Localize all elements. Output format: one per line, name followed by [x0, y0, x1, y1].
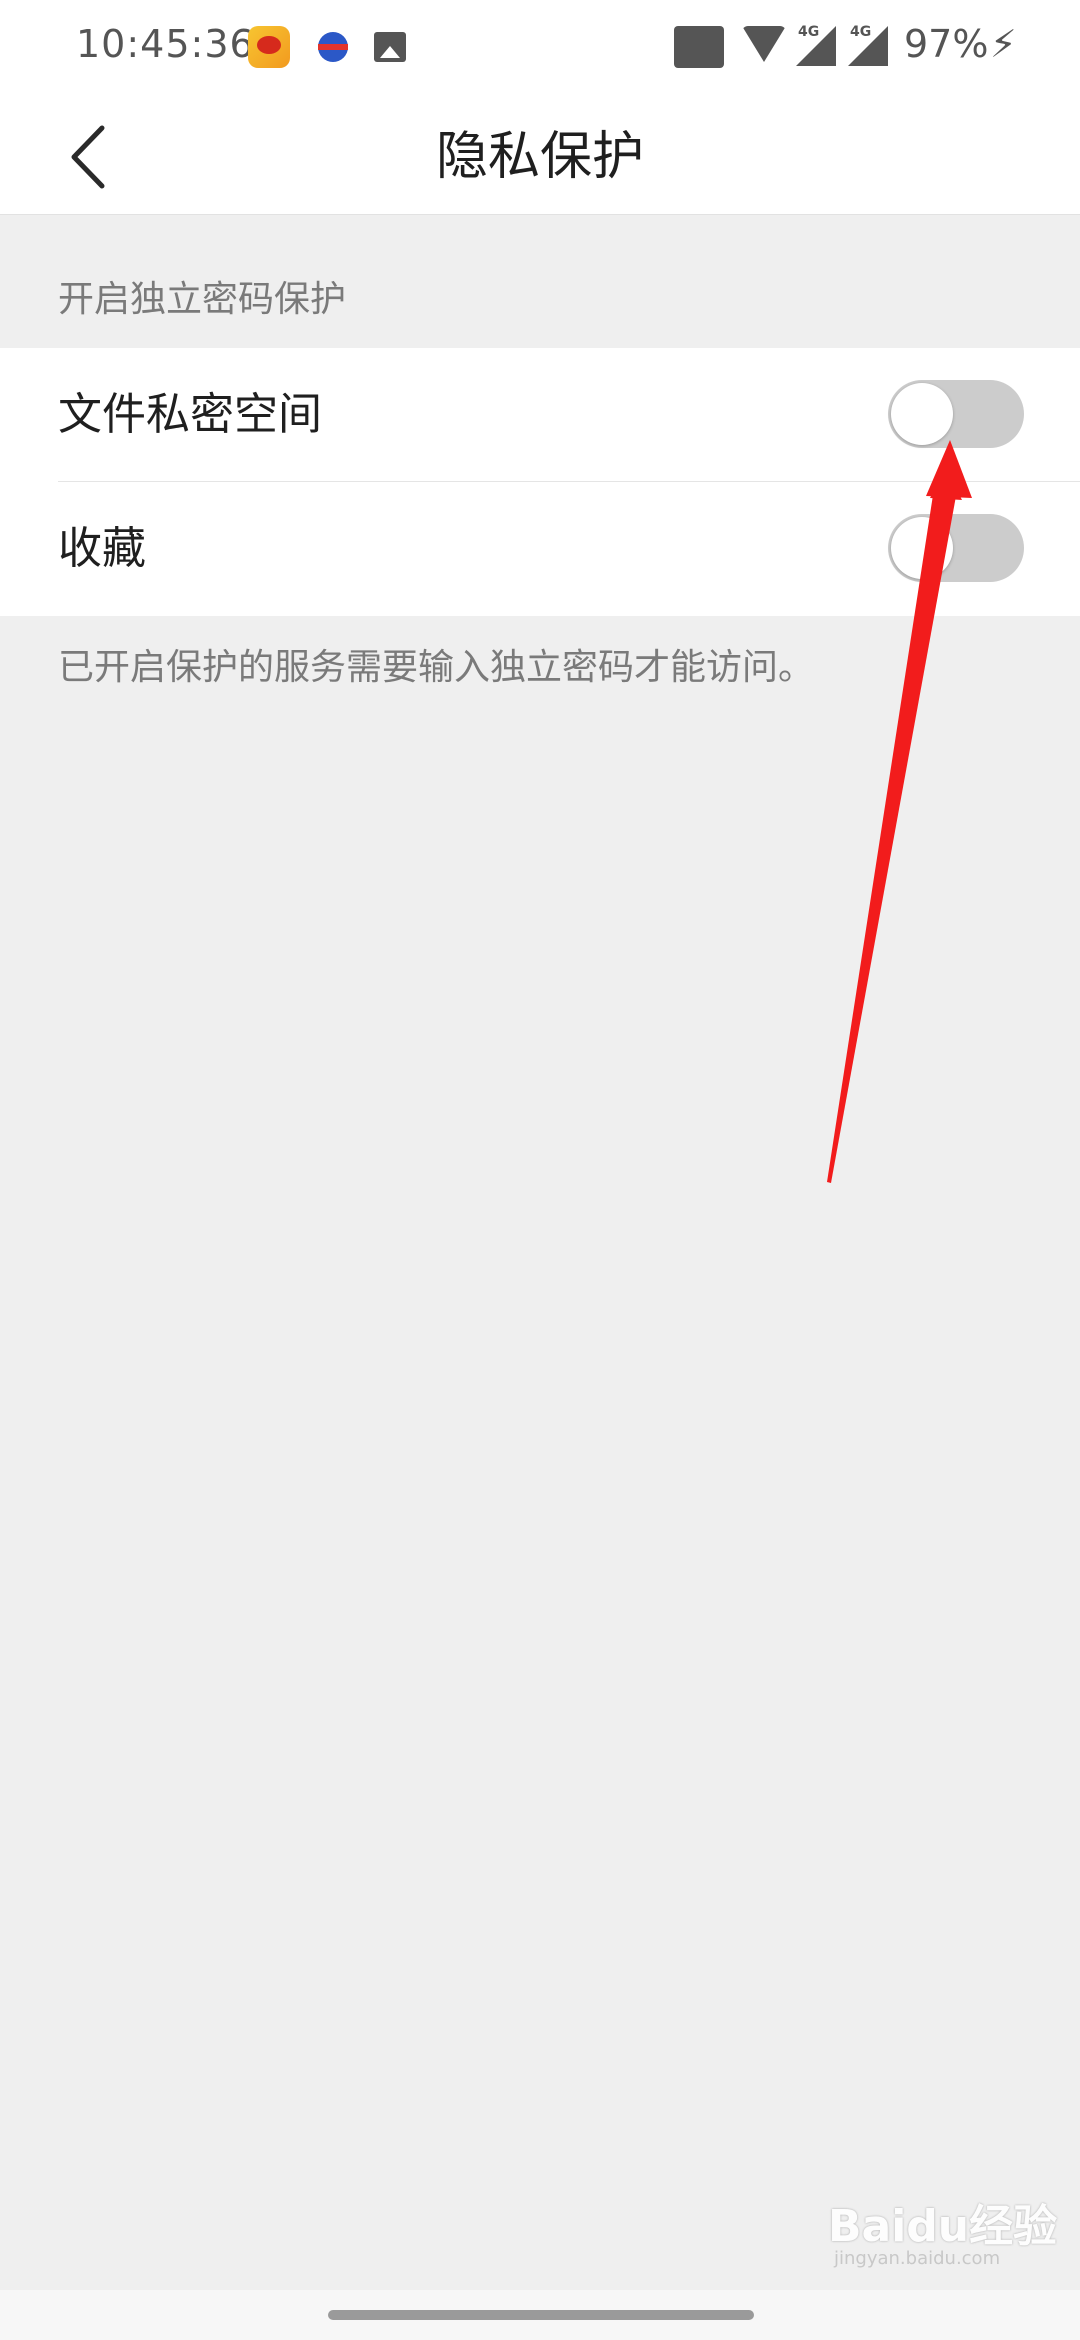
setting-row-favorites: 收藏: [0, 482, 1080, 616]
wifi-icon: [742, 26, 786, 62]
watermark-subtext: jingyan.baidu.com: [834, 2248, 1001, 2269]
gallery-icon: [370, 26, 412, 68]
toggle-knob: [891, 517, 953, 579]
privacy-settings-list: 文件私密空间 收藏: [0, 348, 1080, 616]
toggle-knob: [891, 383, 953, 445]
section-title: 开启独立密码保护: [58, 279, 347, 320]
network-type-label: 4G: [798, 24, 820, 40]
status-time: 10:45:36: [76, 22, 255, 66]
sports-app-icon: [312, 26, 354, 68]
home-gesture-bar[interactable]: [328, 2310, 754, 2320]
weibo-icon: [248, 26, 290, 68]
page-title: 隐私保护: [435, 127, 644, 187]
back-button[interactable]: [60, 120, 130, 194]
app-header: 隐私保护: [0, 100, 1080, 215]
volte-icon: [674, 26, 724, 68]
chevron-left-icon: [71, 125, 105, 189]
private-space-toggle[interactable]: [888, 380, 1024, 448]
status-bar: 10:45:36 4G 4G 97% ⚡: [0, 0, 1080, 100]
setting-row-private-space: 文件私密空间: [0, 348, 1080, 482]
setting-label: 收藏: [58, 523, 146, 574]
battery-level: 97%: [904, 22, 989, 66]
network-type-label: 4G: [850, 24, 872, 40]
setting-label: 文件私密空间: [58, 389, 322, 440]
protection-footnote: 已开启保护的服务需要输入独立密码才能访问。: [58, 647, 815, 688]
watermark-text: Baidu经验: [828, 2201, 1058, 2252]
favorites-toggle[interactable]: [888, 514, 1024, 582]
charging-icon: ⚡: [990, 22, 1017, 66]
baidu-jingyan-watermark: Baidu经验 jingyan.baidu.com: [828, 2190, 1057, 2280]
